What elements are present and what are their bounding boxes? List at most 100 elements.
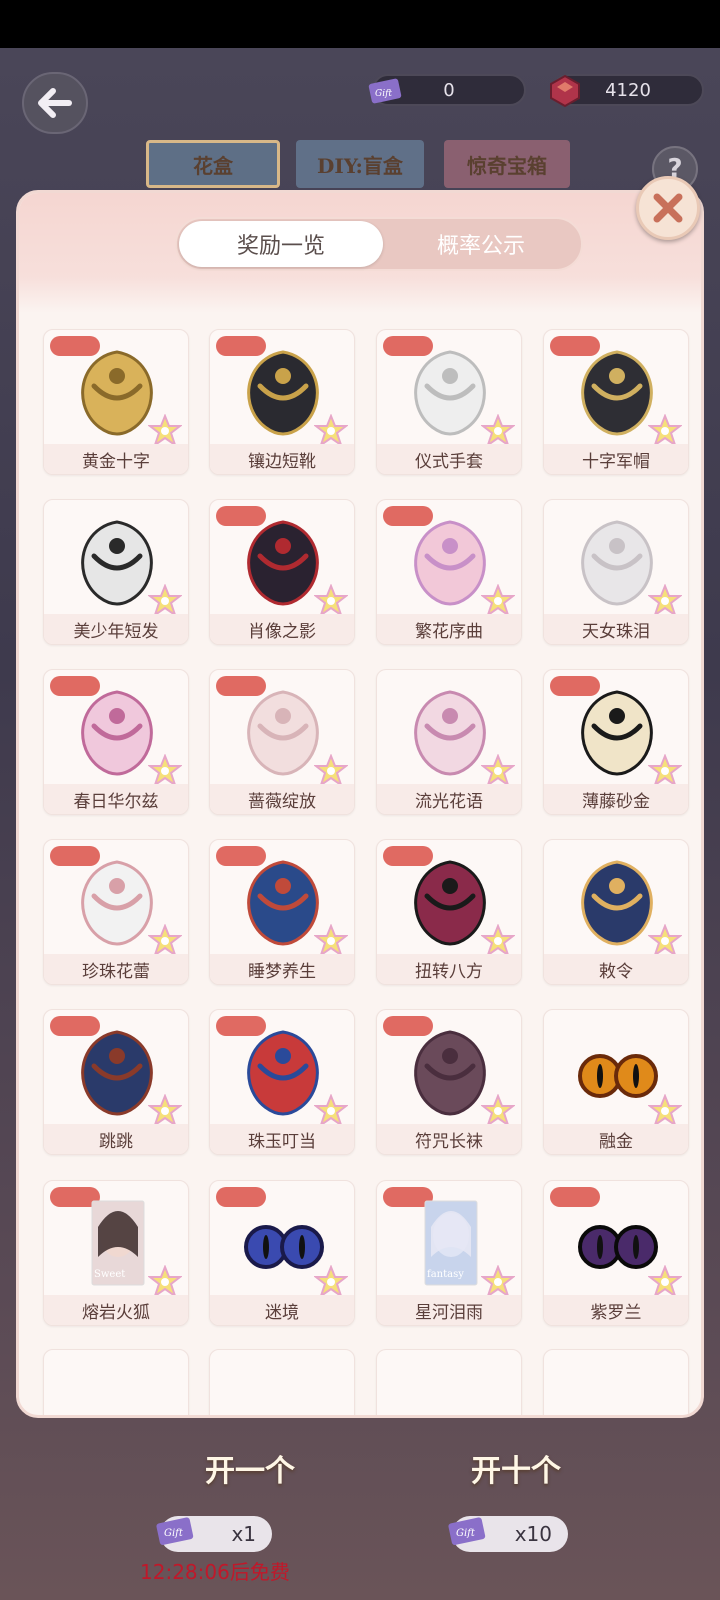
tab-flower-box[interactable]: 花盒: [146, 140, 280, 188]
item-name: 流光花语: [377, 784, 521, 814]
back-button[interactable]: [22, 72, 88, 134]
tab-surprise-chest[interactable]: 惊奇宝箱: [444, 140, 570, 188]
rainbow-star-icon: [148, 414, 182, 448]
count-one-value: x1: [231, 1522, 256, 1546]
svg-text:Gift: Gift: [164, 1528, 184, 1539]
gift-ticket-icon: Gift: [366, 72, 404, 110]
item-name: 蔷薇绽放: [210, 784, 354, 814]
item-name: 迷境: [210, 1295, 354, 1325]
rainbow-star-icon: [648, 754, 682, 788]
gift-currency: Gift 0: [368, 74, 526, 106]
reward-card[interactable]: 镶边短靴: [209, 329, 355, 475]
rainbow-star-icon: [481, 584, 515, 618]
item-name: 美少年短发: [44, 614, 188, 644]
rainbow-star-icon: [314, 924, 348, 958]
rainbow-star-icon: [314, 754, 348, 788]
reward-card[interactable]: 跳跳: [43, 1009, 189, 1155]
portrait-caption: fantasy: [427, 1269, 464, 1280]
item-name: 春日华尔兹: [44, 784, 188, 814]
portrait-caption: Sweet: [94, 1269, 125, 1280]
rainbow-star-icon: [648, 584, 682, 618]
reward-card[interactable]: 薄藤砂金: [543, 669, 689, 815]
gift-ticket-icon: Gift: [154, 1514, 198, 1555]
reward-card[interactable]: 扭转八方: [376, 839, 522, 985]
item-name: 珠玉叮当: [210, 1124, 354, 1154]
reward-card[interactable]: 融金: [543, 1009, 689, 1155]
rainbow-star-icon: [314, 1265, 348, 1299]
reward-card[interactable]: 仪式手套: [376, 329, 522, 475]
rainbow-star-icon: [148, 1265, 182, 1299]
open-ten-button[interactable]: 开十个: [416, 1438, 616, 1498]
open-one-button[interactable]: 开一个: [150, 1438, 350, 1498]
rainbow-star-icon: [481, 754, 515, 788]
tab-diy-blind-box[interactable]: DIY:盲盒: [296, 140, 424, 188]
reward-card[interactable]: 天女珠泪: [543, 499, 689, 645]
reward-card[interactable]: 迷境: [209, 1180, 355, 1326]
reward-card[interactable]: 珠玉叮当: [209, 1009, 355, 1155]
rainbow-star-icon: [314, 584, 348, 618]
item-name: 扭转八方: [377, 954, 521, 984]
item-name: 黄金十字: [44, 444, 188, 474]
count-one: Gift x1: [156, 1516, 272, 1552]
reward-card[interactable]: 繁花序曲: [376, 499, 522, 645]
close-button[interactable]: [636, 176, 700, 240]
reward-card[interactable]: 珍珠花蕾: [43, 839, 189, 985]
rainbow-star-icon: [148, 584, 182, 618]
rainbow-star-icon: [148, 754, 182, 788]
reward-card[interactable]: 十字军帽: [543, 329, 689, 475]
gift-ticket-icon: Gift: [446, 1514, 490, 1555]
reward-card[interactable]: 符咒长袜: [376, 1009, 522, 1155]
reward-card[interactable]: 流光花语: [376, 669, 522, 815]
rainbow-star-icon: [648, 414, 682, 448]
reward-card[interactable]: [43, 1349, 189, 1415]
item-name: 敕令: [544, 954, 688, 984]
gift-value: 0: [443, 79, 455, 101]
item-name: 繁花序曲: [377, 614, 521, 644]
tab-probability[interactable]: 概率公示: [383, 221, 579, 267]
item-name: 镶边短靴: [210, 444, 354, 474]
gem-icon: [546, 72, 584, 110]
svg-text:Gift: Gift: [456, 1528, 476, 1539]
rainbow-star-icon: [481, 1265, 515, 1299]
reward-card[interactable]: 春日华尔兹: [43, 669, 189, 815]
rainbow-star-icon: [314, 414, 348, 448]
item-name: 熔岩火狐: [44, 1295, 188, 1325]
reward-card[interactable]: [543, 1349, 689, 1415]
free-timer: 12:28:06后免费: [140, 1560, 290, 1584]
rainbow-star-icon: [648, 1265, 682, 1299]
reward-card[interactable]: 睡梦养生: [209, 839, 355, 985]
rainbow-star-icon: [481, 924, 515, 958]
item-name: 仪式手套: [377, 444, 521, 474]
reward-card[interactable]: 肖像之影: [209, 499, 355, 645]
item-name: 睡梦养生: [210, 954, 354, 984]
reward-card[interactable]: 紫罗兰: [543, 1180, 689, 1326]
reward-card[interactable]: fantasy 星河泪雨: [376, 1180, 522, 1326]
rainbow-star-icon: [481, 414, 515, 448]
gem-value: 4120: [605, 79, 651, 101]
rainbow-star-icon: [148, 1094, 182, 1128]
item-name: 符咒长袜: [377, 1124, 521, 1154]
reward-card[interactable]: 黄金十字: [43, 329, 189, 475]
tab-reward-list[interactable]: 奖励一览: [179, 221, 383, 267]
reward-card[interactable]: [376, 1349, 522, 1415]
reward-card[interactable]: 蔷薇绽放: [209, 669, 355, 815]
reward-card[interactable]: 敕令: [543, 839, 689, 985]
svg-text:Gift: Gift: [375, 89, 392, 99]
back-arrow-icon: [38, 88, 72, 118]
item-name: 紫罗兰: [544, 1295, 688, 1325]
rainbow-star-icon: [481, 1094, 515, 1128]
item-name: 薄藤砂金: [544, 784, 688, 814]
status-bar: [0, 0, 720, 48]
modal-tab-switch: 奖励一览 概率公示: [175, 217, 583, 271]
rainbow-star-icon: [648, 924, 682, 958]
item-name: 天女珠泪: [544, 614, 688, 644]
reward-modal: 奖励一览 概率公示 黄金十字 镶边短靴 仪式手套 十字军帽美少年短发 肖像之影 繁花序曲天…: [16, 190, 704, 1418]
reward-card[interactable]: 美少年短发: [43, 499, 189, 645]
item-name: 跳跳: [44, 1124, 188, 1154]
item-name: 十字军帽: [544, 444, 688, 474]
reward-card[interactable]: [209, 1349, 355, 1415]
item-name: 融金: [544, 1124, 688, 1154]
count-ten-value: x10: [514, 1522, 552, 1546]
reward-card[interactable]: Sweet 熔岩火狐: [43, 1180, 189, 1326]
rainbow-star-icon: [648, 1094, 682, 1128]
